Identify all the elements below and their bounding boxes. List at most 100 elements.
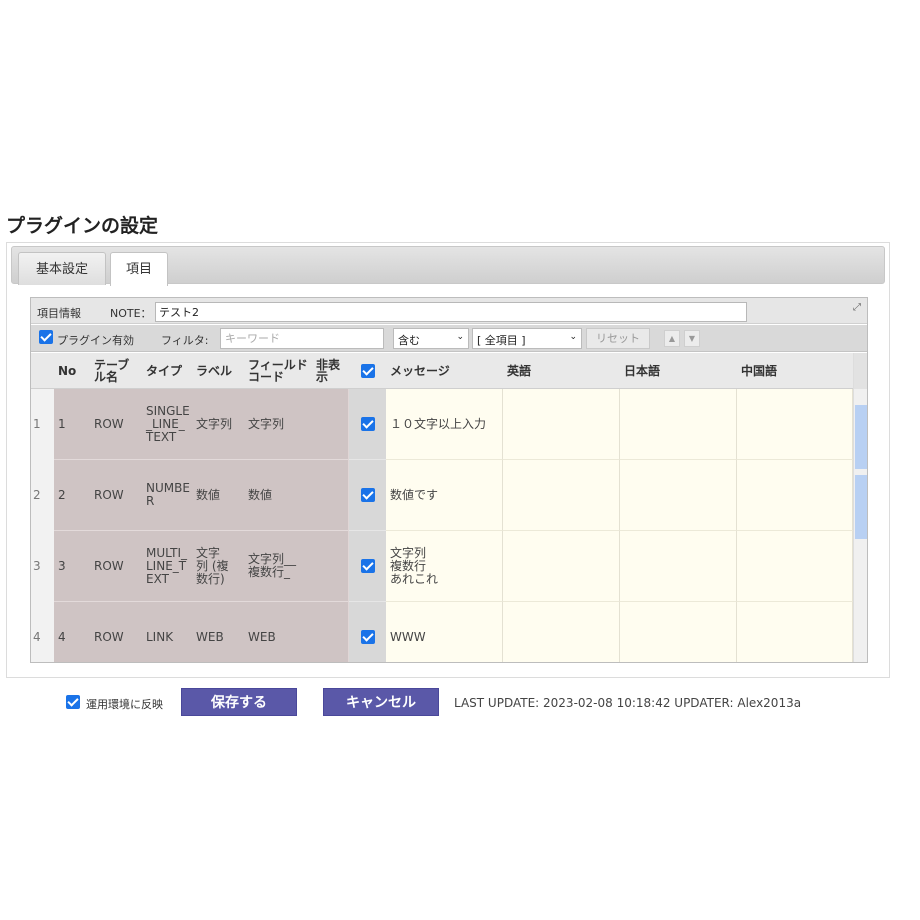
cell-english[interactable] <box>503 460 620 531</box>
tab-basic-settings[interactable]: 基本設定 <box>18 252 106 285</box>
row-checkbox[interactable] <box>360 417 375 431</box>
field-scope-select[interactable]: [ 全項目 ] ⌄ <box>472 328 582 349</box>
reflect-production-label: 運用環境に反映 <box>86 698 163 711</box>
cell-field-code: 文字列 <box>244 389 312 460</box>
header-table[interactable]: テーブ ル名 <box>91 353 144 389</box>
cell-english[interactable] <box>503 389 620 460</box>
cell-chinese[interactable] <box>737 460 853 531</box>
grid-title-label: 項目情報 <box>37 307 81 320</box>
vertical-scrollbar[interactable] <box>853 353 867 662</box>
table-row: 2 2 ROW NUMBE R 数値 数値 数値です <box>31 460 853 531</box>
reset-button[interactable]: リセット <box>586 328 650 349</box>
expand-icon[interactable]: ⤢ <box>853 302 861 313</box>
row-checkbox[interactable] <box>360 488 375 502</box>
field-scope-value: [ 全項目 ] <box>477 334 526 347</box>
filter-label: フィルタ: <box>161 334 209 347</box>
plugin-enabled-checkbox[interactable] <box>39 330 53 344</box>
row-number: 2 <box>31 460 54 531</box>
cell-type: SINGLE _LINE_ TEXT <box>144 389 193 460</box>
reflect-production-checkbox[interactable] <box>66 695 80 709</box>
cell-field-code: 文字列__ 複数行_ <box>244 531 312 602</box>
grid-toolbar: プラグイン有効 フィルタ: 含む ⌄ [ 全項目 ] ⌄ リセット ▲ ▼ <box>31 325 867 352</box>
keyword-input[interactable] <box>220 328 384 349</box>
cell-hidden <box>312 602 349 662</box>
header-checkbox[interactable] <box>349 353 386 389</box>
cell-table: ROW <box>91 602 144 662</box>
cancel-button[interactable]: キャンセル <box>323 688 439 716</box>
cell-type: LINK <box>144 602 193 662</box>
cell-label: 文字列 <box>193 389 244 460</box>
cell-checkbox[interactable] <box>349 602 386 662</box>
grid-rows: 1 1 ROW SINGLE _LINE_ TEXT 文字列 文字列 １０文字以… <box>31 389 853 662</box>
cell-message[interactable]: WWW <box>386 602 503 662</box>
cell-no: 4 <box>54 602 91 662</box>
cell-table: ROW <box>91 531 144 602</box>
row-number: 3 <box>31 531 54 602</box>
chevron-down-icon: ⌄ <box>456 332 464 342</box>
scrollbar-header <box>854 353 867 389</box>
cell-hidden <box>312 531 349 602</box>
scrollbar-thumb[interactable] <box>855 405 867 469</box>
header-english[interactable]: 英語 <box>503 353 620 389</box>
match-mode-select[interactable]: 含む ⌄ <box>393 328 469 349</box>
cell-label: WEB <box>193 602 244 662</box>
move-up-icon[interactable]: ▲ <box>664 330 680 347</box>
select-all-checkbox[interactable] <box>360 364 375 378</box>
footer-bar: 運用環境に反映 保存する キャンセル LAST UPDATE: 2023-02-… <box>0 686 920 718</box>
header-rownum <box>31 353 54 389</box>
cell-hidden <box>312 389 349 460</box>
table-row: 1 1 ROW SINGLE _LINE_ TEXT 文字列 文字列 １０文字以… <box>31 389 853 460</box>
cell-label: 数値 <box>193 460 244 531</box>
move-down-icon[interactable]: ▼ <box>684 330 700 347</box>
cell-message[interactable]: 数値です <box>386 460 503 531</box>
cell-english[interactable] <box>503 531 620 602</box>
row-number: 1 <box>31 389 54 460</box>
cell-chinese[interactable] <box>737 602 853 662</box>
items-grid: 項目情報 NOTE： ⤢ プラグイン有効 フィルタ: 含む ⌄ [ 全項目 ] … <box>30 297 868 663</box>
cell-checkbox[interactable] <box>349 531 386 602</box>
cell-english[interactable] <box>503 602 620 662</box>
cell-chinese[interactable] <box>737 531 853 602</box>
plugin-enabled-label: プラグイン有効 <box>57 334 134 347</box>
scrollbar-thumb[interactable] <box>855 475 867 539</box>
row-checkbox[interactable] <box>360 559 375 573</box>
header-chinese[interactable]: 中国語 <box>737 353 853 389</box>
page-title: プラグインの設定 <box>6 215 159 237</box>
cell-no: 1 <box>54 389 91 460</box>
header-type[interactable]: タイプ <box>144 353 193 389</box>
cell-chinese[interactable] <box>737 389 853 460</box>
last-update-text: LAST UPDATE: 2023-02-08 10:18:42 UPDATER… <box>454 696 802 710</box>
cell-checkbox[interactable] <box>349 389 386 460</box>
cell-japanese[interactable] <box>620 389 737 460</box>
row-checkbox[interactable] <box>360 630 375 644</box>
cell-hidden <box>312 460 349 531</box>
table-row: 4 4 ROW LINK WEB WEB WWW <box>31 602 853 662</box>
grid-header: No テーブ ル名 タイプ ラベル フィールド コード 非表 示 メッセージ 英… <box>31 353 853 389</box>
header-japanese[interactable]: 日本語 <box>620 353 737 389</box>
grid-title-bar: 項目情報 NOTE： ⤢ <box>31 298 867 324</box>
header-message[interactable]: メッセージ <box>386 353 503 389</box>
note-input[interactable] <box>155 302 747 322</box>
cell-no: 3 <box>54 531 91 602</box>
cell-field-code: WEB <box>244 602 312 662</box>
tab-items[interactable]: 項目 <box>110 252 168 286</box>
header-hidden[interactable]: 非表 示 <box>312 353 349 389</box>
tab-bar: 基本設定 項目 <box>11 246 885 286</box>
cell-japanese[interactable] <box>620 602 737 662</box>
header-field-code[interactable]: フィールド コード <box>244 353 312 389</box>
save-button[interactable]: 保存する <box>181 688 297 716</box>
table-row: 3 3 ROW MULTI_ LINE_T EXT 文字 列 (複 数行) 文字… <box>31 531 853 602</box>
cell-message[interactable]: 文字列 複数行 あれこれ <box>386 531 503 602</box>
row-number: 4 <box>31 602 54 662</box>
cell-message[interactable]: １０文字以上入力 <box>386 389 503 460</box>
cell-type: NUMBE R <box>144 460 193 531</box>
cell-checkbox[interactable] <box>349 460 386 531</box>
header-no[interactable]: No <box>54 353 91 389</box>
cell-type: MULTI_ LINE_T EXT <box>144 531 193 602</box>
cell-table: ROW <box>91 460 144 531</box>
cell-japanese[interactable] <box>620 531 737 602</box>
header-label[interactable]: ラベル <box>193 353 244 389</box>
cell-japanese[interactable] <box>620 460 737 531</box>
chevron-down-icon: ⌄ <box>569 332 577 342</box>
cell-table: ROW <box>91 389 144 460</box>
